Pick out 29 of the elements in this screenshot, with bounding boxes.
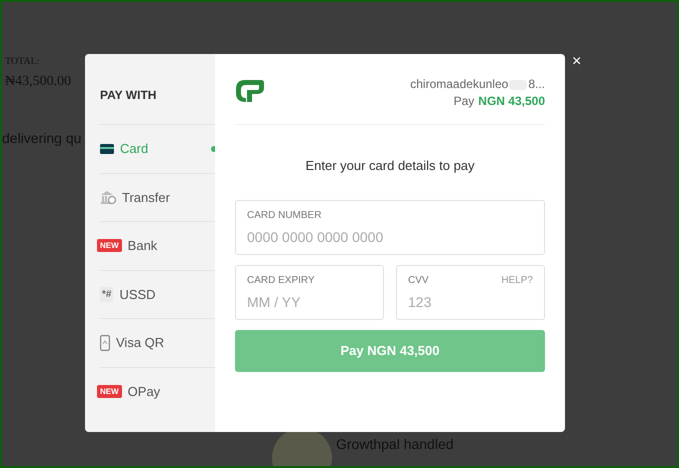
leaf-logo-icon	[235, 78, 265, 104]
input-field[interactable]: CVV HELP? 123	[396, 264, 545, 320]
close-button[interactable]: ×	[572, 54, 582, 70]
payment-method-tab[interactable]: Transfer	[100, 172, 215, 221]
input-field[interactable]: CARD EXPIRY MM / YY	[235, 264, 384, 320]
field-label: CVV	[408, 274, 429, 288]
phone-icon	[100, 334, 110, 351]
form-heading: Enter your card details to pay	[304, 157, 476, 175]
payment-method-tab[interactable]: *# USSD	[100, 270, 215, 318]
new-badge: NEW	[97, 239, 122, 252]
payment-method-tab[interactable]: NEW OPay	[100, 366, 215, 415]
text-input[interactable]: 0000 0000 0000 0000	[247, 226, 533, 248]
input-field[interactable]: CARD NUMBER 0000 0000 0000 0000	[235, 200, 545, 254]
payment-method-tab[interactable]: NEW Bank	[100, 221, 215, 270]
payment-method-tab[interactable]: Visa QR	[100, 318, 215, 366]
bank-building-icon	[100, 190, 116, 205]
selected-indicator-icon	[211, 146, 215, 152]
pay-amount: NGN 43,500	[478, 93, 545, 110]
field-label: CARD EXPIRY	[247, 274, 315, 288]
merchant-email-text: 8...	[528, 76, 545, 93]
new-badge: NEW	[97, 384, 122, 398]
ussd-symbol-icon: *#	[100, 286, 114, 302]
field-label: CARD NUMBER	[247, 208, 322, 222]
text-input[interactable]: 123	[408, 292, 533, 312]
credit-card-icon	[100, 144, 114, 154]
pay-label: Pay	[454, 93, 474, 110]
sidebar-title: PAY WITH	[100, 87, 158, 104]
merchant-email-text: chiromaadekunleo	[410, 76, 508, 93]
text-input[interactable]: MM / YY	[247, 292, 372, 312]
